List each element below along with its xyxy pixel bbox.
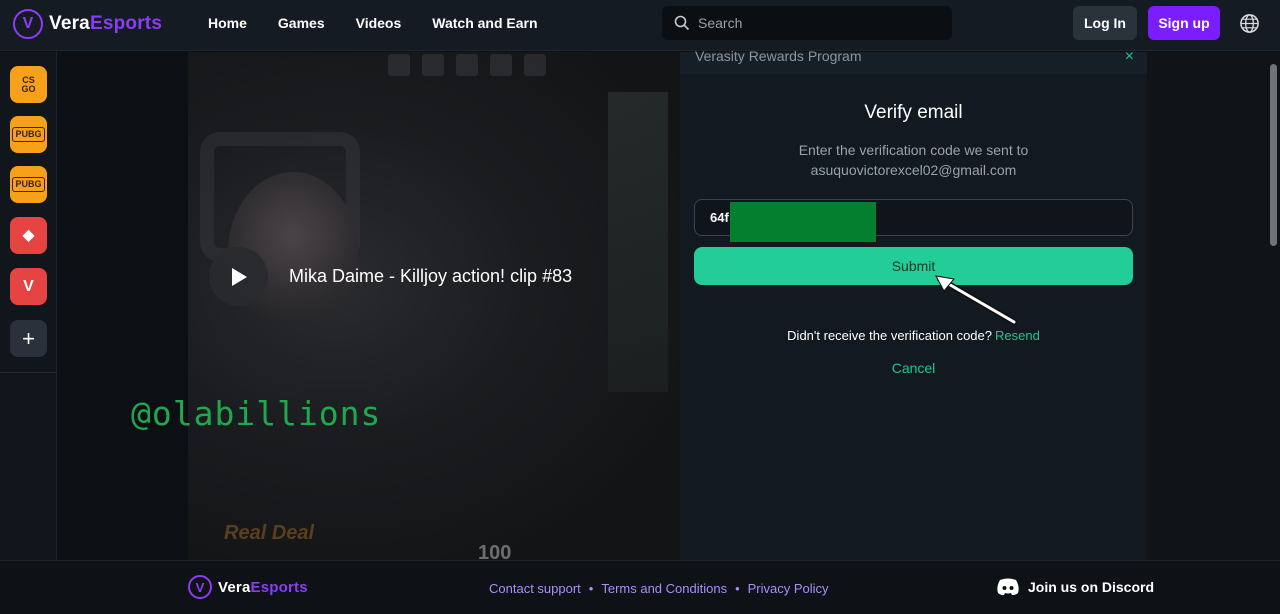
email-address: asuquovictorexcel02@gmail.com xyxy=(810,162,1017,178)
verify-email-modal: Verasity Rewards Program × Verify email … xyxy=(680,48,1147,560)
add-game-button[interactable]: + xyxy=(10,320,47,357)
search-bar[interactable] xyxy=(662,6,952,40)
valorant-icon: V xyxy=(23,278,34,295)
video-player[interactable]: Real Deal 100 Mika Daime - Killjoy actio… xyxy=(188,52,680,560)
code-input-value: 64f xyxy=(710,210,729,225)
modal-header-title: Verasity Rewards Program xyxy=(695,48,862,64)
sidebar-divider xyxy=(0,372,57,373)
verify-email-description: Enter the verification code we sent to a… xyxy=(680,140,1147,180)
signup-button[interactable]: Sign up xyxy=(1148,6,1220,40)
top-navigation-bar: V VeraEsports Home Games Videos Watch an… xyxy=(0,0,1280,51)
redaction-block xyxy=(730,202,876,242)
footer-logo-mark-icon: V xyxy=(188,575,212,599)
submit-button[interactable]: Submit xyxy=(694,247,1133,285)
scrollbar-thumb[interactable] xyxy=(1270,64,1277,246)
right-background xyxy=(1147,52,1280,560)
pubg-mobile-icon: PUBG xyxy=(12,177,45,192)
privacy-policy-link[interactable]: Privacy Policy xyxy=(748,581,829,596)
video-scene-tower xyxy=(608,92,668,392)
cancel-button[interactable]: Cancel xyxy=(680,360,1147,376)
search-icon xyxy=(674,15,690,31)
video-brand-overlay: Real Deal xyxy=(224,522,315,544)
pubg-icon: PUBG xyxy=(12,127,45,142)
nav-videos-link[interactable]: Videos xyxy=(356,15,402,31)
video-hud-agents xyxy=(388,54,558,76)
sidebar-game-dota2[interactable]: ◆ xyxy=(10,217,47,254)
resend-link[interactable]: Resend xyxy=(995,328,1040,343)
footer-links: Contact support • Terms and Conditions •… xyxy=(489,581,829,596)
footer-brand-name: VeraEsports xyxy=(218,578,308,596)
footer: V VeraEsports Contact support • Terms an… xyxy=(0,560,1280,614)
sidebar-game-csgo[interactable]: CS GO xyxy=(10,66,47,103)
discord-link[interactable]: Join us on Discord xyxy=(996,578,1154,596)
sidebar-game-valorant[interactable]: V xyxy=(10,268,47,305)
plus-icon: + xyxy=(22,326,35,351)
video-hud-stat: 100 xyxy=(478,542,512,560)
csgo-icon: CS GO xyxy=(21,74,36,94)
annotation-arrow-icon xyxy=(935,275,1017,325)
terms-link[interactable]: Terms and Conditions xyxy=(601,581,727,596)
verify-email-title: Verify email xyxy=(864,102,963,123)
resend-prompt: Didn't receive the verification code? Res… xyxy=(680,328,1147,343)
description-line: Enter the verification code we sent to xyxy=(798,142,1029,158)
dota2-icon: ◆ xyxy=(22,227,35,244)
close-icon[interactable]: × xyxy=(1125,48,1134,66)
game-sidebar: CS GO PUBG PUBG ◆ V + xyxy=(0,52,57,560)
main-nav: Home Games Videos Watch and Earn xyxy=(208,15,569,31)
search-input[interactable] xyxy=(698,15,928,31)
sidebar-game-pubg[interactable]: PUBG xyxy=(10,116,47,153)
brand-name: VeraEsports xyxy=(49,13,163,34)
contact-support-link[interactable]: Contact support xyxy=(489,581,581,596)
nav-home-link[interactable]: Home xyxy=(208,15,247,31)
clip-title: Mika Daime - Killjoy action! clip #83 xyxy=(289,266,573,286)
watermark-text: @olabillions xyxy=(131,394,382,433)
modal-header: Verasity Rewards Program × xyxy=(680,48,1147,74)
login-button[interactable]: Log In xyxy=(1073,6,1137,40)
brand-logo[interactable]: V VeraEsports xyxy=(13,9,162,39)
resend-prompt-text: Didn't receive the verification code? xyxy=(787,328,992,343)
footer-separator: • xyxy=(588,581,594,596)
logo-mark-icon: V xyxy=(13,9,43,39)
discord-icon xyxy=(997,578,1019,596)
sidebar-game-pubg-mobile[interactable]: PUBG xyxy=(10,166,47,203)
play-icon xyxy=(231,267,247,286)
footer-logo[interactable]: V VeraEsports xyxy=(188,575,308,599)
footer-separator: • xyxy=(735,581,740,596)
play-button[interactable] xyxy=(209,247,268,306)
nav-games-link[interactable]: Games xyxy=(278,15,325,31)
nav-watch-and-earn-link[interactable]: Watch and Earn xyxy=(432,15,537,31)
discord-label: Join us on Discord xyxy=(1028,579,1155,595)
globe-icon[interactable] xyxy=(1239,13,1260,34)
